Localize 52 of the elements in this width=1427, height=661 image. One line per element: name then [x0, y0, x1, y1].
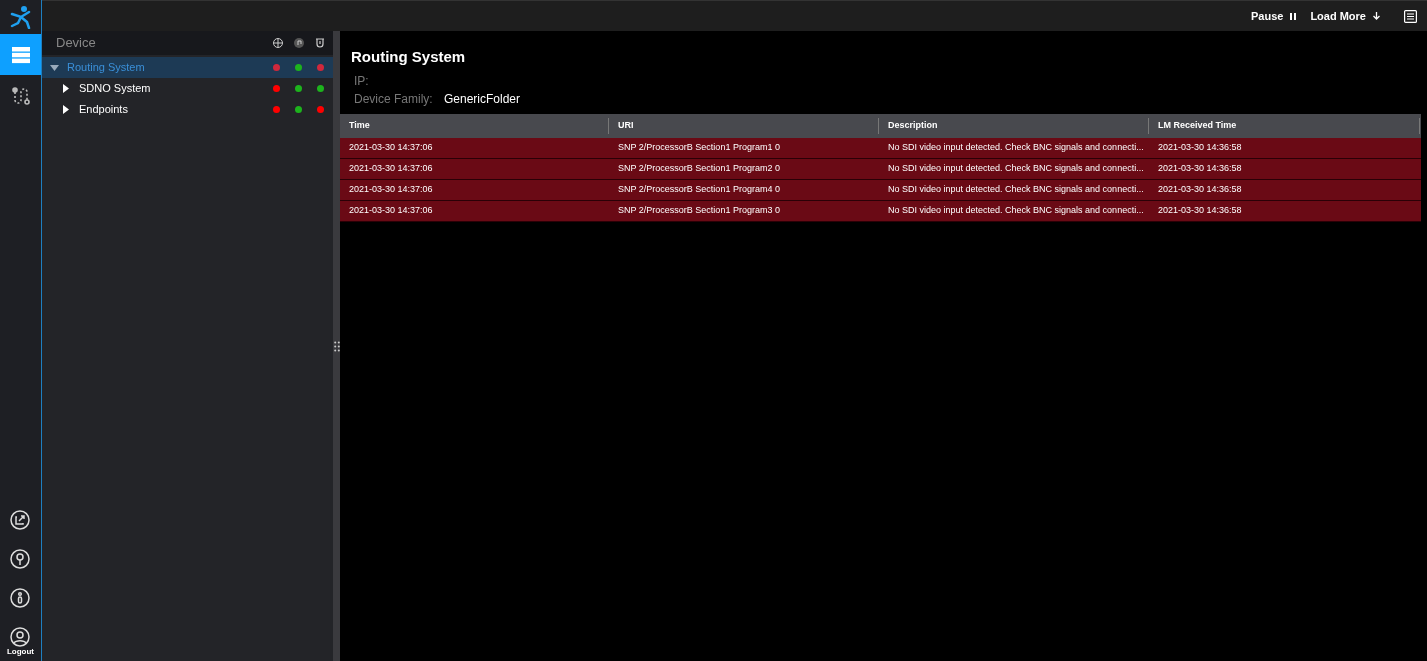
table-cell-text: No SDI video input detected. Check BNC signals and connecti... — [887, 140, 1145, 154]
table-cell-text: No SDI video input detected. Check BNC signals and connecti... — [887, 182, 1145, 196]
grip-icon[interactable] — [333, 340, 340, 352]
column-header[interactable]: Time — [340, 117, 609, 134]
alarm-row[interactable]: 2021-03-30 14:37:06 SNP 2/ProcessorB Section1 Program1 0 No SDI video input detected. Check BNC signals and connecti... 2021-03-30 14:36:58 — [340, 137, 1421, 159]
table-cell-text: SNP 2/ProcessorB Section1 Program2 0 — [617, 161, 781, 175]
tree-item[interactable]: Routing System — [42, 57, 333, 78]
pause-button[interactable]: Pause — [1250, 7, 1297, 25]
table-cell-text: No SDI video input detected. Check BNC signals and connecti... — [887, 203, 1145, 217]
table-cell-text: SNP 2/ProcessorB Section1 Program4 0 — [617, 182, 781, 196]
table-icon[interactable] — [1404, 9, 1417, 23]
table-cell-text: 2021-03-30 14:36:58 — [1157, 203, 1243, 217]
globe-icon[interactable] — [273, 38, 283, 48]
field-label: IP: — [354, 72, 370, 90]
table-cell-text: 2021-03-30 14:36:58 — [1157, 140, 1243, 154]
column-header[interactable]: Description — [879, 117, 1149, 134]
field-value: GenericFolder — [444, 90, 521, 108]
cup-icon[interactable] — [315, 38, 325, 48]
table-cell-text: 2021-03-30 14:37:06 — [348, 203, 434, 217]
caret-icon[interactable] — [60, 82, 72, 95]
table-cell-text: 2021-03-30 14:37:06 — [348, 140, 434, 154]
logo-icon — [9, 5, 32, 29]
alarm-row[interactable]: 2021-03-30 14:37:06 SNP 2/ProcessorB Section1 Program4 0 No SDI video input detected. Check BNC signals and connecti... 2021-03-30 14:36:58 — [340, 179, 1421, 201]
external-link-icon[interactable] — [10, 510, 31, 530]
list-icon — [10, 44, 31, 65]
table-cell-text: 2021-03-30 14:36:58 — [1157, 161, 1243, 175]
panel-title: Device — [56, 34, 97, 53]
tree-item[interactable]: SDNO System — [42, 78, 333, 99]
table-cell-text: SNP 2/ProcessorB Section1 Program3 0 — [617, 203, 781, 217]
tree-item-label: Endpoints — [79, 102, 129, 118]
table-cell-text: 2021-03-30 14:37:06 — [348, 161, 434, 175]
detail-title: Routing System — [351, 47, 467, 67]
route-icon — [10, 85, 31, 106]
tree-item-label: SDNO System — [79, 81, 152, 97]
lightbulb-icon[interactable] — [10, 549, 31, 569]
table-cell-text: SNP 2/ProcessorB Section1 Program1 0 — [617, 140, 781, 154]
column-header[interactable]: URI — [609, 117, 879, 134]
column-header[interactable]: LM Received Time — [1149, 117, 1420, 134]
field-label: Device Family: — [354, 90, 434, 108]
caret-icon[interactable] — [60, 103, 72, 116]
table-cell-text: No SDI video input detected. Check BNC signals and connecti... — [887, 161, 1145, 175]
arrow-down-icon — [1373, 12, 1380, 20]
tree-item[interactable]: Endpoints — [42, 99, 333, 120]
pause-icon — [1290, 12, 1297, 20]
table-cell-text: 2021-03-30 14:36:58 — [1157, 182, 1243, 196]
table-cell-text: 2021-03-30 14:37:06 — [348, 182, 434, 196]
alarm-row[interactable]: 2021-03-30 14:37:06 SNP 2/ProcessorB Section1 Program2 0 No SDI video input detected. Check BNC signals and connecti... 2021-03-30 14:36:58 — [340, 158, 1421, 180]
tree-item-label: Routing System — [67, 60, 146, 76]
alarm-row[interactable]: 2021-03-30 14:37:06 SNP 2/ProcessorB Section1 Program3 0 No SDI video input detected. Check BNC signals and connecti... 2021-03-30 14:36:58 — [340, 200, 1421, 222]
logout-button[interactable]: Logout — [6, 627, 35, 657]
info-icon[interactable] — [10, 588, 31, 608]
load-more-button[interactable]: Load More — [1310, 7, 1380, 25]
